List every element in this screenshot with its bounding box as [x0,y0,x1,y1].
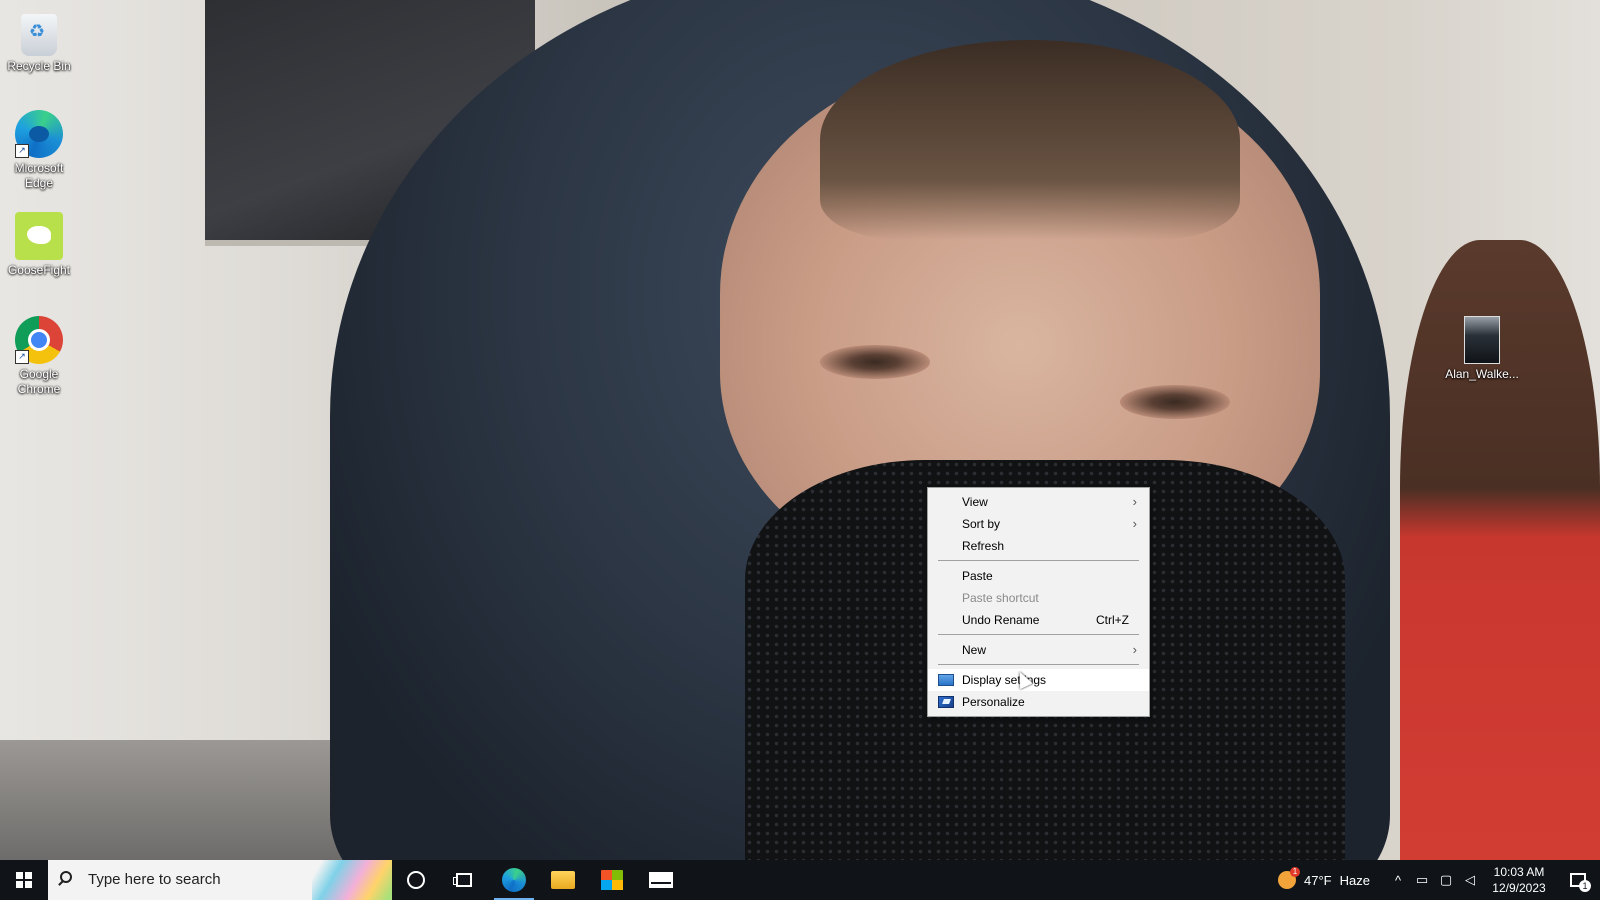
chevron-right-icon: › [1132,516,1137,531]
menu-item-label: Display settings [962,673,1047,687]
desktop-context-menu: View › Sort by › Refresh Paste Paste sho… [927,487,1150,717]
wallpaper-hair [820,40,1240,240]
chrome-icon: ↗ [15,316,63,364]
chevron-right-icon: › [1132,494,1137,509]
menu-item-undo-rename[interactable]: Undo Rename Ctrl+Z [928,609,1149,631]
wallpaper-eye-left [820,345,930,379]
desktop-icon-label: Recycle Bin [7,59,71,73]
meet-now-icon[interactable]: ▭ [1414,872,1430,888]
cortana-icon [407,871,425,889]
desktop-icon-goosefight[interactable]: GooseFight [0,212,78,278]
store-icon [601,870,623,890]
menu-item-shortcut: Ctrl+Z [1096,613,1129,627]
desktop-icon-label: Alan_Walke... [1445,367,1519,381]
image-file-icon [1464,316,1500,364]
clock-date: 12/9/2023 [1492,881,1546,895]
taskbar-clock[interactable]: 10:03 AM 12/9/2023 [1484,864,1554,896]
chevron-right-icon: › [1132,642,1137,657]
task-view-icon [453,873,472,887]
desktop-icon-label: Google Chrome [17,367,61,396]
taskbar-file-explorer-button[interactable] [539,860,587,900]
menu-item-label: New [962,643,987,657]
task-view-button[interactable] [440,860,488,900]
volume-muted-icon[interactable]: ◁ [1462,872,1478,888]
display-icon [938,674,954,686]
start-button[interactable] [0,860,48,900]
network-icon[interactable]: ▢ [1438,872,1454,888]
menu-item-sort-by[interactable]: Sort by › [928,513,1149,535]
desktop-icon-microsoft-edge[interactable]: ↗ Microsoft Edge [0,110,78,191]
menu-item-label: Personalize [962,695,1025,709]
menu-separator [938,634,1139,635]
menu-item-new[interactable]: New › [928,639,1149,661]
file-explorer-icon [551,871,575,889]
recycle-bin-icon [21,14,57,56]
notification-icon: 1 [1570,873,1591,892]
edge-icon [502,868,526,892]
taskbar-search-box[interactable]: Type here to search [48,860,392,900]
desktop-icon-label: Microsoft Edge [14,161,64,190]
goose-icon [15,212,63,260]
menu-item-display-settings[interactable]: Display settings [928,669,1149,691]
taskbar-edge-button[interactable] [490,860,538,900]
taskbar-mail-button[interactable] [637,860,685,900]
menu-item-label: Undo Rename [962,613,1040,627]
mail-icon [649,872,673,888]
weather-haze-icon: 1 [1278,867,1300,889]
desktop-icon-google-chrome[interactable]: ↗ Google Chrome [0,316,78,397]
menu-item-label: Sort by [962,517,1001,531]
chevron-up-icon[interactable]: ^ [1390,872,1406,888]
clock-time: 10:03 AM [1493,865,1545,879]
desktop-wallpaper [0,0,1600,860]
taskbar-store-button[interactable] [588,860,636,900]
weather-badge: 1 [1290,867,1300,877]
wallpaper-eye-right [1120,385,1230,419]
menu-item-paste-shortcut: Paste shortcut [928,587,1149,609]
menu-item-label: Paste [962,569,993,583]
action-center-button[interactable]: 1 [1556,860,1600,900]
taskbar: Type here to search 1 47°F Haze ^ ▭ ▢ ◁ … [0,860,1600,900]
search-highlight-art [312,860,392,900]
menu-item-personalize[interactable]: Personalize [928,691,1149,713]
personalize-icon [938,696,954,708]
menu-item-view[interactable]: View › [928,491,1149,513]
weather-condition: Haze [1339,872,1370,888]
menu-item-label: View [962,495,988,509]
weather-temp: 47°F [1304,872,1332,888]
desktop-icon-alan-walker-image[interactable]: Alan_Walke... [1443,316,1521,382]
menu-item-label: Refresh [962,539,1005,553]
menu-item-refresh[interactable]: Refresh [928,535,1149,557]
menu-item-label: Paste shortcut [962,591,1039,605]
cortana-button[interactable] [392,860,440,900]
notification-count: 1 [1579,880,1591,892]
weather-widget[interactable]: 1 47°F Haze [1278,860,1370,900]
search-placeholder: Type here to search [88,871,221,888]
menu-item-paste[interactable]: Paste [928,565,1149,587]
shortcut-arrow-icon: ↗ [15,144,29,158]
shortcut-arrow-icon: ↗ [15,350,29,364]
windows-logo-icon [16,872,32,888]
menu-separator [938,664,1139,665]
search-icon [60,871,72,883]
system-tray: ^ ▭ ▢ ◁ [1390,860,1478,900]
desktop-icon-recycle-bin[interactable]: Recycle Bin [0,10,78,74]
menu-separator [938,560,1139,561]
edge-icon: ↗ [15,110,63,158]
desktop-icon-label: GooseFight [7,263,71,277]
